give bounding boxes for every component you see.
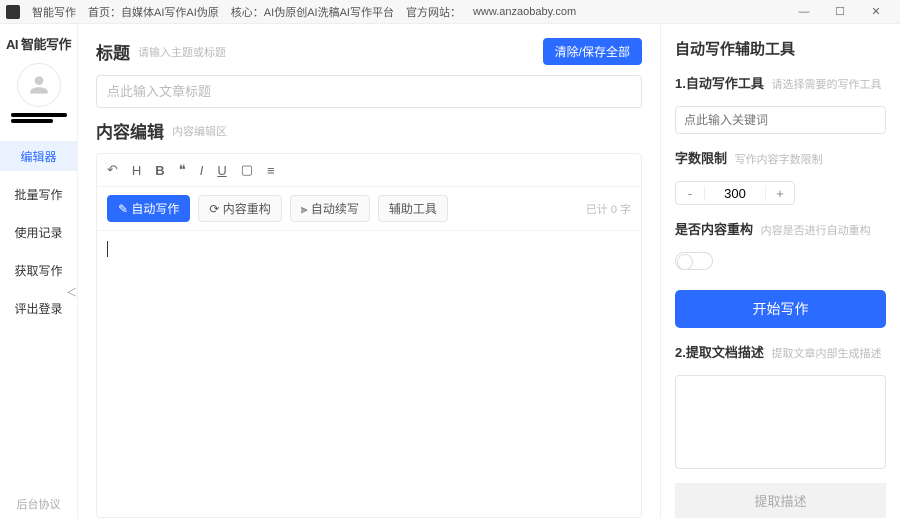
underline-icon[interactable]: U — [217, 163, 226, 178]
rewrite-button[interactable]: ⟳ 内容重构 — [198, 195, 281, 222]
close-button[interactable]: ✕ — [858, 0, 894, 24]
editor-card: ↶ H B ❝ I U ▢ ≡ ✎ 自动写作 ⟳ 内容重构 ⫸ 自动续写 辅助工… — [96, 153, 642, 518]
restruct-label: 是否内容重构 — [675, 222, 753, 237]
header-url[interactable]: www.anzaobaby.com — [473, 6, 576, 18]
restruct-hint: 内容是否进行自动重构 — [761, 225, 871, 237]
stepper-minus[interactable]: - — [676, 182, 704, 204]
description-box[interactable] — [675, 375, 886, 469]
stepper-plus[interactable]: + — [766, 182, 794, 204]
continue-button[interactable]: ⫸ 自动续写 — [290, 195, 370, 222]
keyword-input[interactable] — [675, 106, 886, 134]
content-heading: 内容编辑 — [96, 118, 164, 143]
header-link-3: 官方网站： — [406, 4, 461, 20]
bold-icon[interactable]: B — [155, 163, 164, 178]
content-hint: 内容编辑区 — [172, 123, 227, 139]
limit-label: 字数限制 — [675, 151, 727, 166]
app-name: 智能写作 — [32, 4, 76, 20]
sidebar: AI 智能写作 编辑器 批量写作 使用记录 获取写作 评出登录 ＜ 后台协议 — [0, 24, 78, 518]
save-button[interactable]: 清除/保存全部 — [543, 38, 642, 65]
title-input[interactable] — [96, 75, 642, 108]
italic-icon[interactable]: I — [200, 163, 204, 178]
extract-label: 2.提取文档描述 — [675, 345, 764, 360]
logo-text: AI 智能写作 — [6, 34, 71, 53]
start-button[interactable]: 开始写作 — [675, 290, 886, 328]
sidebar-item-editor[interactable]: 编辑器 — [0, 141, 77, 171]
title-hint: 请输入主题或标题 — [138, 44, 226, 60]
maximize-button[interactable]: ☐ — [822, 0, 858, 24]
header-link-1[interactable]: 首页：自媒体AI写作AI伪原 — [88, 4, 219, 20]
extract-button[interactable]: 提取描述 — [675, 483, 886, 518]
app-icon — [6, 5, 20, 19]
collapse-arrow-icon[interactable]: ＜ — [66, 284, 77, 300]
sidebar-item-history[interactable]: 使用记录 — [0, 217, 77, 247]
username-redacted — [11, 113, 67, 125]
tool-label: 1.自动写作工具 — [675, 76, 764, 91]
stepper-value[interactable] — [704, 186, 766, 201]
image-icon[interactable]: ▢ — [241, 162, 253, 178]
word-limit-stepper: - + — [675, 181, 795, 205]
more-icon[interactable]: ≡ — [267, 163, 275, 178]
main-area: 标题 请输入主题或标题 清除/保存全部 内容编辑 内容编辑区 ↶ H B ❝ I… — [78, 24, 660, 518]
sidebar-item-batch[interactable]: 批量写作 — [0, 179, 77, 209]
editor-body[interactable] — [97, 231, 641, 517]
right-panel-title: 自动写作辅助工具 — [675, 38, 886, 59]
quote-icon[interactable]: ❝ — [179, 162, 186, 178]
undo-icon[interactable]: ↶ — [107, 162, 118, 178]
sidebar-item-obtain[interactable]: 获取写作 — [0, 255, 77, 285]
restruct-toggle[interactable] — [675, 252, 713, 269]
word-count: 已计 0 字 — [586, 201, 631, 217]
sidebar-footer[interactable]: 后台协议 — [17, 496, 61, 512]
tool-hint: 请选择需要的写作工具 — [771, 79, 881, 91]
minimize-button[interactable]: — — [786, 0, 822, 24]
avatar-icon — [26, 72, 52, 98]
tools-button[interactable]: 辅助工具 — [378, 195, 448, 222]
heading-tool-icon[interactable]: H — [132, 163, 141, 178]
title-heading: 标题 — [96, 39, 130, 64]
extract-hint: 提取文章内部生成描述 — [771, 348, 881, 360]
limit-hint: 写作内容字数限制 — [735, 154, 823, 166]
right-panel: 自动写作辅助工具 1.自动写作工具 请选择需要的写作工具 字数限制 写作内容字数… — [660, 24, 900, 518]
header-link-2[interactable]: 核心：AI伪原创AI洗稿AI写作平台 — [231, 4, 394, 20]
auto-write-button[interactable]: ✎ 自动写作 — [107, 195, 190, 222]
avatar[interactable] — [17, 63, 61, 107]
